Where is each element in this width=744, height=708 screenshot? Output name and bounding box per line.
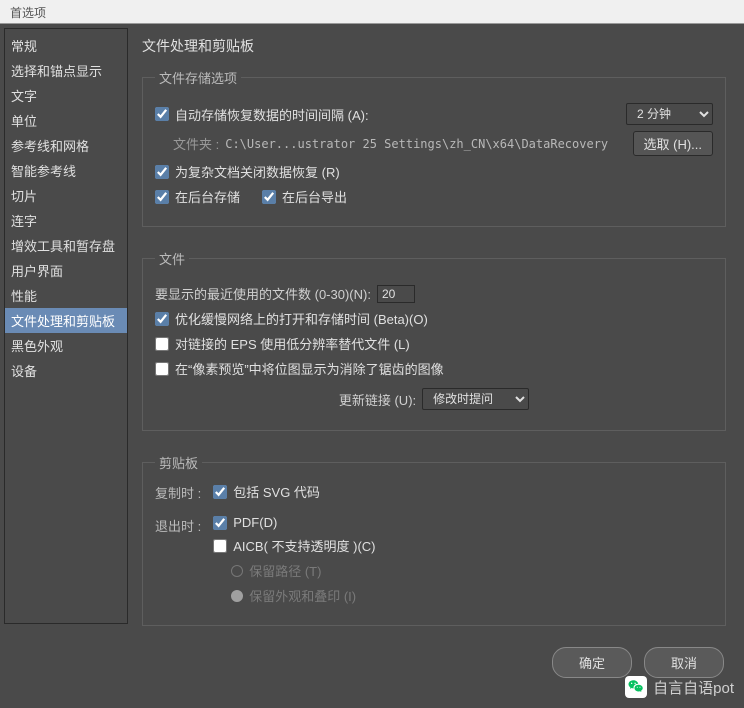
pdf-checkbox[interactable] [213, 516, 227, 530]
sidebar-item[interactable]: 切片 [5, 183, 127, 208]
aicb-checkbox[interactable] [213, 539, 227, 553]
quit-label: 退出时 : [155, 515, 201, 535]
content-pane: 文件处理和剪贴板 文件存储选项 自动存储恢复数据的时间间隔 (A): 30 秒1… [128, 28, 744, 708]
pixel-preview-label[interactable]: 在“像素预览”中将位图显示为消除了锯齿的图像 [175, 359, 444, 378]
sidebar-item[interactable]: 选择和锚点显示 [5, 58, 127, 83]
bg-save-label[interactable]: 在后台存储 [175, 187, 240, 206]
page-title: 文件处理和剪贴板 [142, 36, 726, 56]
watermark: 自言自语pot [625, 676, 734, 698]
bg-save-checkbox[interactable] [155, 190, 169, 204]
preserve-appearance-label: 保留外观和叠印 (I) [249, 586, 356, 605]
pixel-preview-checkbox[interactable] [155, 362, 169, 376]
recover-interval-select[interactable]: 30 秒1 分钟2 分钟5 分钟10 分钟 [626, 103, 713, 125]
aicb-label[interactable]: AICB( 不支持透明度 )(C) [233, 536, 375, 555]
sidebar-item[interactable]: 增效工具和暂存盘 [5, 233, 127, 258]
lowres-eps-label[interactable]: 对链接的 EPS 使用低分辨率替代文件 (L) [175, 334, 410, 353]
recent-files-label: 要显示的最近使用的文件数 (0-30)(N): [155, 284, 371, 303]
choose-folder-button[interactable]: 选取 (H)... [633, 131, 714, 156]
category-sidebar: 常规选择和锚点显示文字单位参考线和网格智能参考线切片连字增效工具和暂存盘用户界面… [4, 28, 128, 624]
ok-button[interactable]: 确定 [552, 647, 632, 678]
auto-recover-checkbox[interactable] [155, 107, 169, 121]
sidebar-item[interactable]: 黑色外观 [5, 333, 127, 358]
pdf-label[interactable]: PDF(D) [233, 515, 277, 530]
sidebar-item[interactable]: 性能 [5, 283, 127, 308]
wechat-icon [625, 676, 647, 698]
bg-export-checkbox[interactable] [262, 190, 276, 204]
sidebar-item[interactable]: 单位 [5, 108, 127, 133]
optimize-slow-checkbox[interactable] [155, 312, 169, 326]
include-svg-label[interactable]: 包括 SVG 代码 [233, 482, 320, 501]
include-svg-checkbox[interactable] [213, 485, 227, 499]
complex-off-checkbox[interactable] [155, 165, 169, 179]
group-clipboard: 剪贴板 复制时 : 包括 SVG 代码 退出时 : PDF(D) [142, 453, 726, 626]
sidebar-item[interactable]: 文件处理和剪贴板 [5, 308, 127, 333]
group-files-legend: 文件 [155, 249, 189, 268]
sidebar-item[interactable]: 参考线和网格 [5, 133, 127, 158]
window-title: 首选项 [10, 6, 46, 20]
sidebar-item[interactable]: 文字 [5, 83, 127, 108]
folder-label: 文件夹 : [173, 134, 219, 153]
preserve-paths-radio [231, 565, 243, 577]
group-file-save-legend: 文件存储选项 [155, 68, 241, 87]
dialog-button-row: 确定 取消 [552, 647, 724, 678]
copy-label: 复制时 : [155, 482, 201, 502]
sidebar-item[interactable]: 常规 [5, 33, 127, 58]
window-titlebar: 首选项 [0, 0, 744, 24]
sidebar-item[interactable]: 智能参考线 [5, 158, 127, 183]
sidebar-item[interactable]: 连字 [5, 208, 127, 233]
preferences-main: 常规选择和锚点显示文字单位参考线和网格智能参考线切片连字增效工具和暂存盘用户界面… [0, 24, 744, 708]
sidebar-item[interactable]: 用户界面 [5, 258, 127, 283]
group-clipboard-legend: 剪贴板 [155, 453, 202, 472]
folder-path: C:\User...ustrator 25 Settings\zh_CN\x64… [225, 137, 608, 151]
update-links-label: 更新链接 (U): [339, 390, 416, 409]
optimize-slow-label[interactable]: 优化缓慢网络上的打开和存储时间 (Beta)(O) [175, 309, 428, 328]
cancel-button[interactable]: 取消 [644, 647, 724, 678]
bg-export-label[interactable]: 在后台导出 [282, 187, 347, 206]
auto-recover-label[interactable]: 自动存储恢复数据的时间间隔 (A): [175, 105, 369, 124]
lowres-eps-checkbox[interactable] [155, 337, 169, 351]
complex-off-label[interactable]: 为复杂文档关闭数据恢复 (R) [175, 162, 340, 181]
watermark-text: 自言自语pot [653, 677, 734, 698]
recent-files-input[interactable] [377, 285, 415, 303]
group-files: 文件 要显示的最近使用的文件数 (0-30)(N): 优化缓慢网络上的打开和存储… [142, 249, 726, 431]
group-file-save: 文件存储选项 自动存储恢复数据的时间间隔 (A): 30 秒1 分钟2 分钟5 … [142, 68, 726, 227]
update-links-select[interactable]: 修改时提问总是从不 [422, 388, 529, 410]
sidebar-item[interactable]: 设备 [5, 358, 127, 383]
preserve-appearance-radio [231, 590, 243, 602]
preserve-paths-label: 保留路径 (T) [249, 561, 321, 580]
